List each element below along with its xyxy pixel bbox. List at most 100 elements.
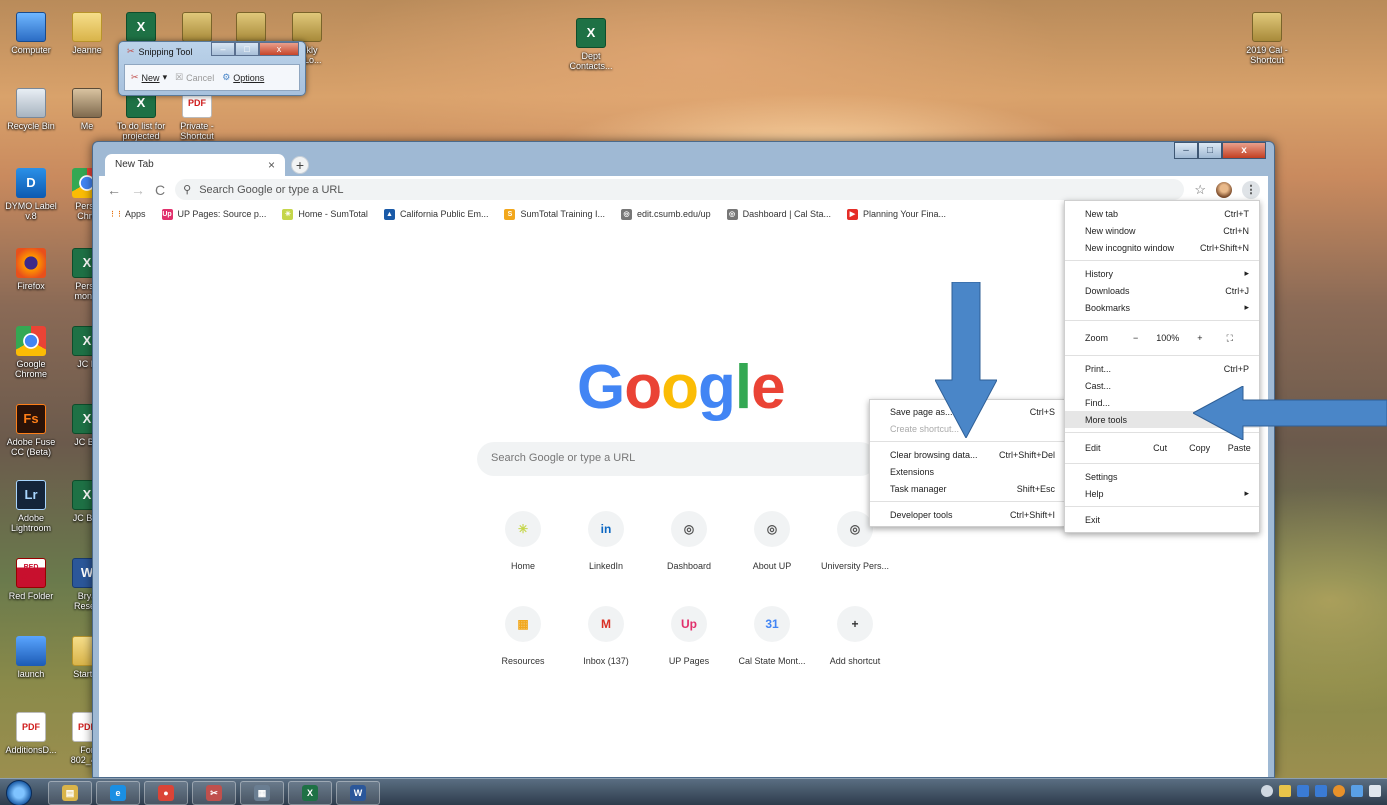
minimize-button[interactable]: – [211, 42, 235, 56]
snipping-tool-window[interactable]: ✂ Snipping Tool – □ x ✂ New ▾ ☒ Cancel ⚙… [118, 41, 306, 96]
taskbar-snipping-tool-button[interactable]: ✂ [192, 781, 236, 805]
shortcut-tile[interactable]: M Inbox (137) [564, 606, 648, 666]
reload-icon[interactable]: C [155, 182, 165, 198]
snipping-tool-title: ✂ Snipping Tool [127, 46, 193, 57]
profile-avatar[interactable] [1216, 181, 1232, 198]
desktop-icon[interactable]: RED FOLDER Red Folder [2, 558, 60, 601]
menu-item-clear-browsing-data[interactable]: Clear browsing data... Ctrl+Shift+Del [870, 446, 1065, 463]
shortcut-label: Cal State Mont... [738, 656, 806, 666]
bookmark-item[interactable]: ⋮⋮ Apps [109, 209, 146, 220]
bookmark-item[interactable]: Up UP Pages: Source p... [161, 208, 266, 220]
desktop-icon[interactable]: Firefox [2, 248, 60, 291]
taskbar-word-button[interactable]: W [336, 781, 380, 805]
shortcut-icon: ✳ [505, 511, 541, 547]
maximize-button[interactable]: □ [235, 42, 259, 56]
desktop-icon[interactable]: Computer [2, 12, 60, 55]
menu-item-new-tab[interactable]: New tab Ctrl+T [1065, 205, 1259, 222]
desktop-icon[interactable]: Google Chrome [2, 326, 60, 379]
google-search-input[interactable]: Search Google or type a URL [477, 442, 877, 476]
shortcut-tile[interactable]: in LinkedIn [564, 511, 648, 571]
menu-item-developer-tools[interactable]: Developer tools Ctrl+Shift+I [870, 506, 1065, 523]
menu-kebab-icon[interactable]: ⋮ [1242, 180, 1260, 199]
menu-item-downloads[interactable]: Downloads Ctrl+J [1065, 282, 1259, 299]
desktop-icon[interactable]: 2019 Cal - Shortcut [1238, 12, 1296, 65]
shortcut-tile[interactable]: + Add shortcut [813, 606, 897, 666]
menu-item-new-window[interactable]: New window Ctrl+N [1065, 222, 1259, 239]
bookmark-item[interactable]: ▶ Planning Your Fina... [846, 208, 946, 220]
tray-icon[interactable] [1351, 785, 1363, 797]
close-tab-icon[interactable]: × [268, 158, 275, 172]
tray-icon[interactable] [1297, 785, 1309, 797]
zoom-in-button[interactable]: + [1197, 333, 1202, 343]
close-button[interactable]: x [259, 42, 299, 56]
menu-item-bookmarks[interactable]: Bookmarks ▸ [1065, 299, 1259, 316]
taskbar-chrome-button[interactable]: ● [144, 781, 188, 805]
taskbar-excel-button[interactable]: X [288, 781, 332, 805]
cut-button[interactable]: Cut [1140, 443, 1180, 453]
bookmark-favicon-icon: ▲ [383, 208, 395, 220]
desktop-icon[interactable]: Fs Adobe Fuse CC (Beta) [2, 404, 60, 457]
desktop-icon[interactable]: X Dept Contacts... [562, 18, 620, 71]
bookmark-item[interactable]: S SumTotal Training I... [504, 208, 605, 220]
taskbar-explorer-button[interactable]: ▤ [48, 781, 92, 805]
desktop-icon[interactable]: D DYMO Label v.8 [2, 168, 60, 221]
scissors-icon: ✂ [131, 72, 139, 82]
shortcut-label: Add shortcut [829, 656, 881, 666]
bookmark-item[interactable]: ◎ Dashboard | Cal Sta... [726, 208, 831, 220]
shortcut-tile[interactable]: Up UP Pages [647, 606, 731, 666]
shortcut-label: Home [510, 561, 535, 571]
bookmark-item[interactable]: ✳ Home - SumTotal [282, 208, 368, 220]
tray-icon[interactable] [1369, 785, 1381, 797]
forward-arrow-icon[interactable]: → [131, 182, 145, 198]
menu-separator [1065, 320, 1259, 321]
desktop-icon[interactable]: PDF AdditionsD... [2, 712, 60, 755]
back-arrow-icon[interactable]: ← [107, 182, 121, 198]
shortcut-tile[interactable]: ✳ Home [481, 511, 565, 571]
taskbar-internet-explorer-button[interactable]: e [96, 781, 140, 805]
menu-item-help[interactable]: Help ▸ [1065, 485, 1259, 502]
menu-item-task-manager[interactable]: Task manager Shift+Esc [870, 480, 1065, 497]
menu-item-history[interactable]: History ▸ [1065, 265, 1259, 282]
chevron-down-icon[interactable]: ▾ [163, 72, 168, 83]
tray-icon[interactable] [1279, 785, 1291, 797]
cancel-snip-button[interactable]: ☒ Cancel [175, 72, 214, 83]
chrome-icon: ● [158, 785, 174, 801]
tray-icon[interactable] [1333, 785, 1345, 797]
shortcut-tile[interactable]: ◎ Dashboard [647, 511, 731, 571]
menu-item-print[interactable]: Print... Ctrl+P [1065, 360, 1259, 377]
desktop-icon[interactable]: Recycle Bin [2, 88, 60, 131]
menu-item-extensions[interactable]: Extensions [870, 463, 1065, 480]
copy-button[interactable]: Copy [1180, 443, 1220, 453]
shortcut-tile[interactable]: ◎ About UP [730, 511, 814, 571]
launch-icon [16, 636, 46, 666]
desktop-icon[interactable]: Lr Adobe Lightroom [2, 480, 60, 533]
menu-item-settings[interactable]: Settings [1065, 468, 1259, 485]
shortcut-icon: M [588, 606, 624, 642]
options-button[interactable]: ⚙ Options [222, 72, 264, 83]
tab-new-tab[interactable]: New Tab × [105, 154, 285, 176]
new-tab-button[interactable]: + [291, 156, 309, 174]
desktop-icon[interactable]: Me [58, 88, 116, 131]
new-snip-button[interactable]: ✂ New ▾ [131, 72, 167, 83]
bookmark-item[interactable]: ▲ California Public Em... [383, 208, 488, 220]
fullscreen-icon[interactable]: ⛶ [1227, 333, 1233, 344]
taskbar-calculator-button[interactable]: ▦ [240, 781, 284, 805]
tray-icon[interactable] [1261, 785, 1273, 797]
bookmark-item[interactable]: ◎ edit.csumb.edu/up [621, 208, 711, 220]
paste-button[interactable]: Paste [1219, 443, 1259, 453]
menu-item-exit[interactable]: Exit [1065, 511, 1259, 528]
desktop-icon[interactable]: launch [2, 636, 60, 679]
bookmark-favicon-icon: ⋮⋮ [109, 210, 123, 218]
desktop-icon[interactable]: Jeanne [58, 12, 116, 55]
folder2-icon [236, 12, 266, 42]
bookmark-favicon-icon: ✳ [282, 208, 294, 220]
start-button[interactable] [6, 780, 32, 805]
star-icon[interactable]: ☆ [1194, 182, 1206, 198]
zoom-row: Zoom − 100% + ⛶ [1085, 332, 1233, 344]
tray-icon[interactable] [1315, 785, 1327, 797]
address-bar[interactable]: ⚲ Search Google or type a URL [175, 179, 1185, 200]
shortcut-tile[interactable]: ▦ Resources [481, 606, 565, 666]
shortcut-tile[interactable]: 31 Cal State Mont... [730, 606, 814, 666]
menu-item-new-incognito-window[interactable]: New incognito window Ctrl+Shift+N [1065, 239, 1259, 256]
zoom-out-button[interactable]: − [1133, 333, 1138, 343]
